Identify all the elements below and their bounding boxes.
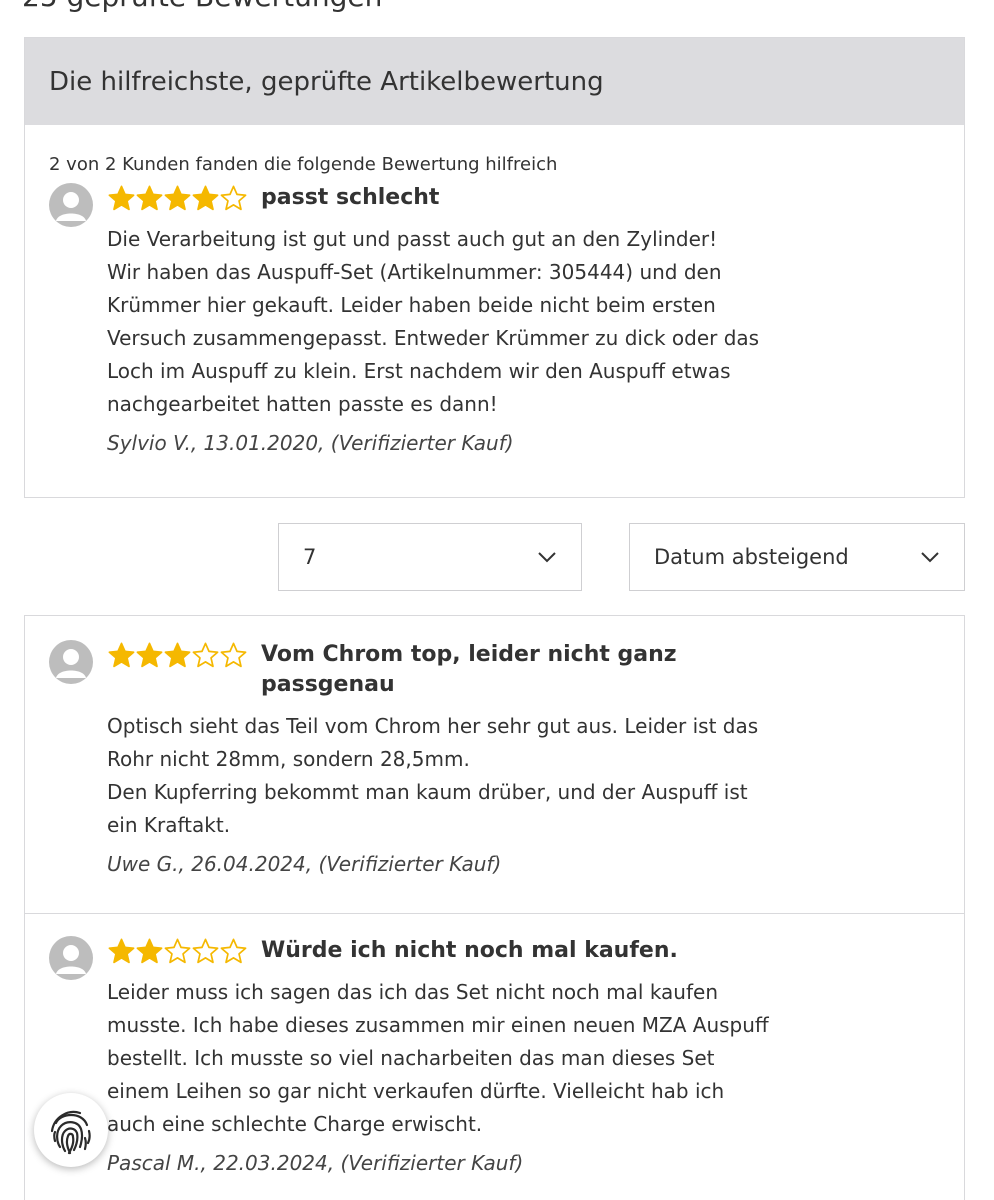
review-text: Optisch sieht das Teil vom Chrom her seh…: [107, 710, 797, 842]
helpful-count-text: 2 von 2 Kunden fanden die folgende Bewer…: [49, 154, 558, 175]
star-filled-icon: [192, 185, 219, 210]
review-content: Würde ich nicht noch mal kaufen. Leider …: [107, 936, 940, 1177]
reviews-per-page-select[interactable]: 7: [278, 523, 582, 591]
text-line: Würde ich nicht noch mal kaufen.: [261, 938, 678, 963]
text-line: Die Verarbeitung ist gut und passt auch …: [107, 227, 718, 251]
rating-line: passt schlecht: [107, 183, 940, 213]
sort-order-value: Datum absteigend: [654, 545, 849, 569]
text-line: passgenau: [261, 672, 395, 697]
review-item: Würde ich nicht noch mal kaufen. Leider …: [25, 913, 964, 1177]
star-empty-icon: [192, 938, 219, 963]
star-filled-icon: [136, 185, 163, 210]
text-line: Rohr nicht 28mm, sondern 28,5mm.: [107, 747, 470, 771]
text-line: Den Kupferring bekommt man kaum drüber, …: [107, 780, 748, 804]
review-row: passt schlecht Die Verarbeitung ist gut …: [49, 183, 940, 457]
star-empty-icon: [220, 642, 247, 667]
rating-line: Würde ich nicht noch mal kaufen.: [107, 936, 940, 966]
star-filled-icon: [164, 642, 191, 667]
review-title: passt schlecht: [261, 185, 440, 210]
text-line: Leider muss ich sagen das ich das Set ni…: [107, 980, 719, 1004]
star-empty-icon: [164, 938, 191, 963]
review-title: Vom Chrom top, leider nicht ganz passgena…: [261, 640, 677, 700]
fingerprint-icon: [50, 1110, 91, 1155]
review-list: Vom Chrom top, leider nicht ganz passgena…: [24, 615, 965, 1200]
star-rating: [107, 936, 247, 966]
review-title: Würde ich nicht noch mal kaufen.: [261, 936, 678, 966]
review-row: Vom Chrom top, leider nicht ganz passgena…: [49, 640, 940, 878]
star-empty-icon: [220, 185, 247, 210]
star-empty-icon: [192, 642, 219, 667]
user-avatar-icon: [49, 183, 93, 227]
star-filled-icon: [108, 185, 135, 210]
text-line: einem Leihen so gar nicht verkaufen dürf…: [107, 1079, 725, 1103]
text-line: Loch im Auspuff zu klein. Erst nachdem w…: [107, 359, 731, 383]
review-text: Leider muss ich sagen das ich das Set ni…: [107, 976, 797, 1141]
review-meta: Uwe G., 26.04.2024, (Verifizierter Kauf): [107, 852, 502, 876]
rating-line: Vom Chrom top, leider nicht ganz passgena…: [107, 640, 940, 700]
text-line: auch eine schlechte Charge erwischt.: [107, 1112, 483, 1136]
featured-review-header: Die hilfreichste, geprüfte Artikelbewert…: [25, 38, 964, 125]
review-item: Vom Chrom top, leider nicht ganz passgena…: [25, 616, 964, 913]
text-line: Vom Chrom top, leider nicht ganz: [261, 642, 677, 667]
star-empty-icon: [220, 938, 247, 963]
review-content: passt schlecht Die Verarbeitung ist gut …: [107, 183, 940, 457]
featured-review-body: 2 von 2 Kunden fanden die folgende Bewer…: [25, 125, 964, 457]
review-meta: Sylvio V., 13.01.2020, (Verifizierter Ka…: [107, 431, 514, 455]
star-filled-icon: [136, 642, 163, 667]
chevron-down-icon: [921, 552, 939, 563]
fingerprint-button[interactable]: [34, 1093, 108, 1167]
review-content: Vom Chrom top, leider nicht ganz passgena…: [107, 640, 940, 878]
sort-order-select[interactable]: Datum absteigend: [629, 523, 965, 591]
featured-review-card: Die hilfreichste, geprüfte Artikelbewert…: [24, 37, 965, 498]
star-rating: [107, 183, 247, 213]
reviews-per-page-value: 7: [303, 545, 317, 569]
user-avatar-icon: [49, 936, 93, 980]
review-row: Würde ich nicht noch mal kaufen. Leider …: [49, 936, 940, 1177]
star-filled-icon: [164, 185, 191, 210]
star-filled-icon: [108, 938, 135, 963]
page-heading: 25 geprüfte Bewertungen: [22, 0, 382, 13]
text-line: nachgearbeitet hatten passte es dann!: [107, 392, 498, 416]
text-line: ein Kraftakt.: [107, 813, 231, 837]
text-line: Versuch zusammengepasst. Entweder Krümme…: [107, 326, 760, 350]
review-text: Die Verarbeitung ist gut und passt auch …: [107, 223, 797, 421]
chevron-down-icon: [538, 552, 556, 563]
star-filled-icon: [108, 642, 135, 667]
star-rating: [107, 640, 247, 670]
text-line: musste. Ich habe dieses zusammen mir ein…: [107, 1013, 769, 1037]
text-line: Krümmer hier gekauft. Leider haben beide…: [107, 293, 716, 317]
text-line: bestellt. Ich musste so viel nacharbeite…: [107, 1046, 715, 1070]
text-line: Wir haben das Auspuff-Set (Artikelnummer…: [107, 260, 722, 284]
star-filled-icon: [136, 938, 163, 963]
review-meta: Pascal M., 22.03.2024, (Verifizierter Ka…: [107, 1151, 524, 1175]
user-avatar-icon: [49, 640, 93, 684]
text-line: Optisch sieht das Teil vom Chrom her seh…: [107, 714, 759, 738]
